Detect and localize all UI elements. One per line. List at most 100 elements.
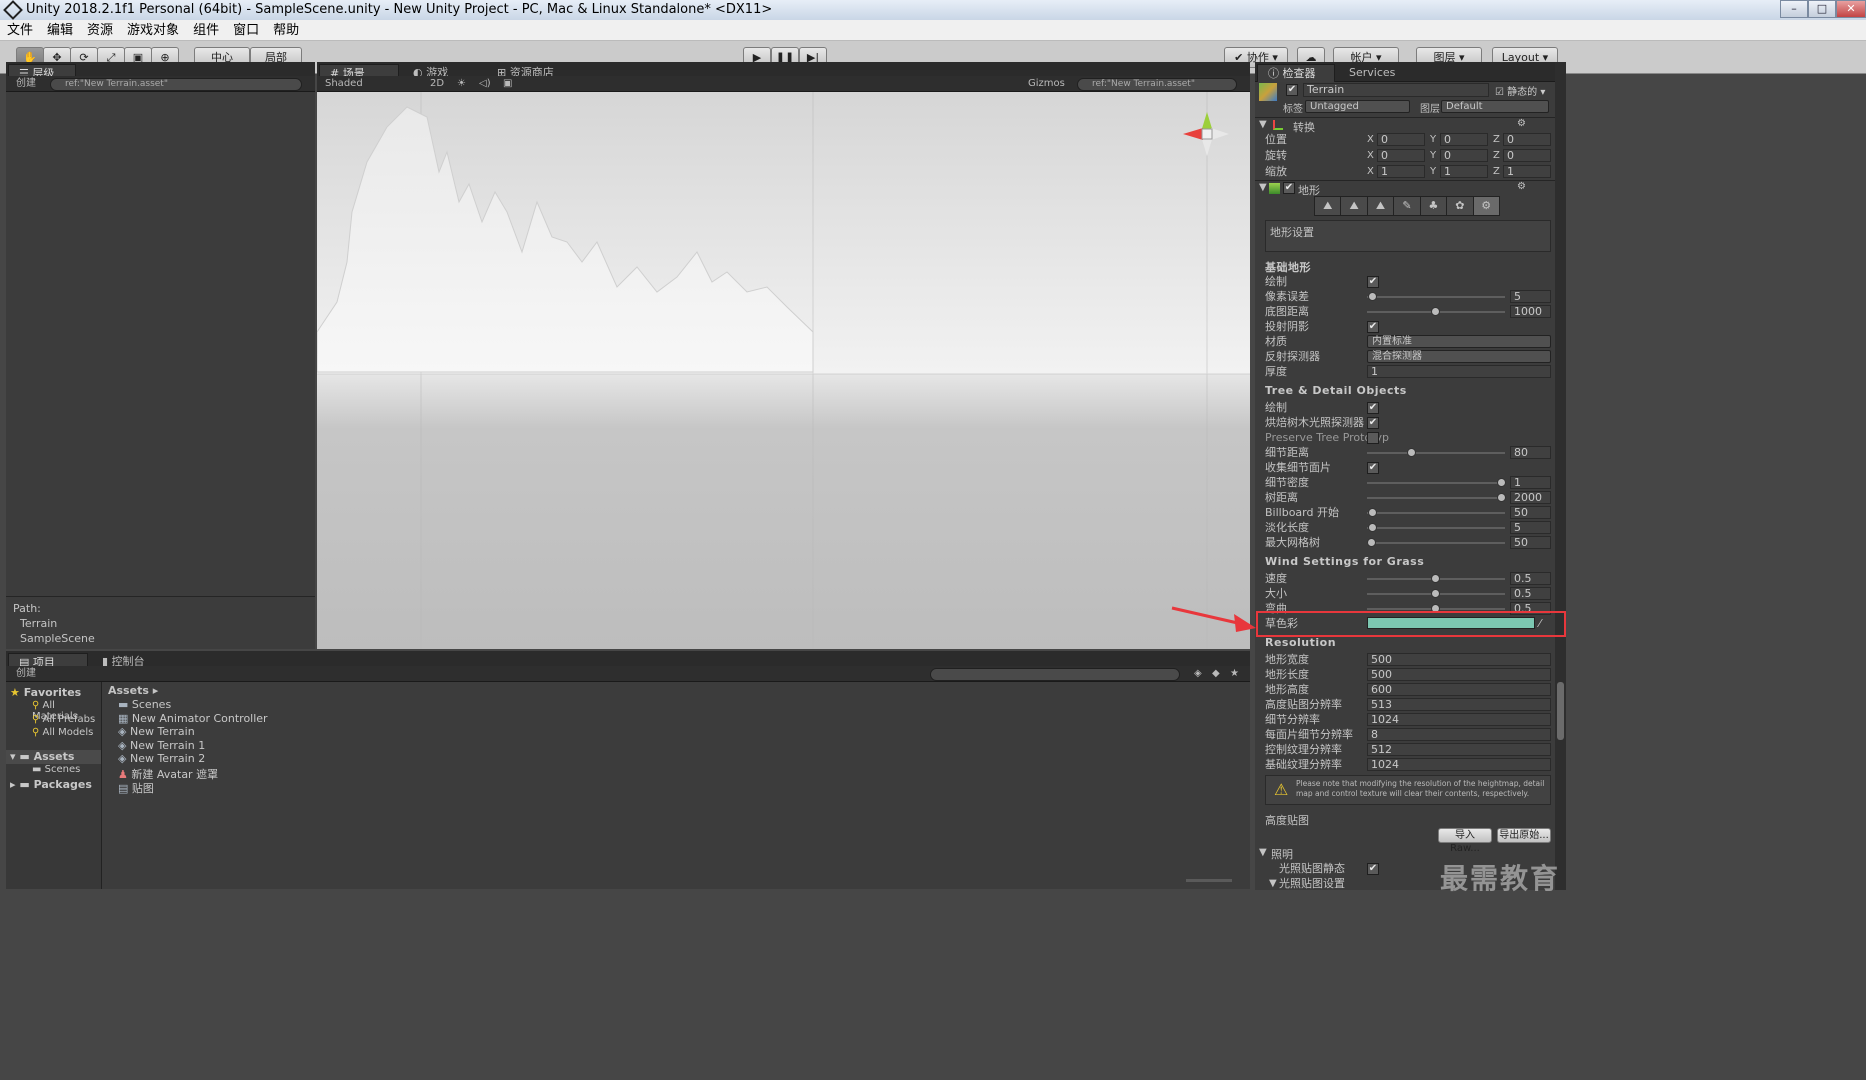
packages-folder[interactable]: ▸ ▬ Packages [10,778,92,791]
transform-gear-icon[interactable]: ⚙ [1517,118,1526,129]
position-x-field[interactable]: 0 [1377,133,1425,146]
tab-services[interactable]: Services [1339,64,1409,82]
tag-dropdown[interactable]: Untagged [1305,100,1410,113]
collect-patches-checkbox[interactable]: ✔ [1367,462,1379,474]
favorite-item[interactable]: ⚲ All Models [32,727,93,738]
fade-slider[interactable] [1368,523,1377,532]
basic-draw-checkbox[interactable]: ✔ [1367,276,1379,288]
detail-density-slider[interactable] [1497,478,1506,487]
res-field[interactable]: 500 [1367,668,1551,681]
favorites-folder[interactable]: ★ Favorites [10,686,81,699]
menu-gameobject[interactable]: 游戏对象 [120,20,186,41]
asset-item[interactable]: ▤ 贴图 [118,780,154,796]
preserve-checkbox[interactable] [1367,432,1379,444]
menu-file[interactable]: 文件 [0,20,40,41]
hierarchy-search-input[interactable]: ref:"New Terrain.asset" [50,78,302,91]
position-z-field[interactable]: 0 [1503,133,1551,146]
scale-x-field[interactable]: 1 [1377,165,1425,178]
asset-item[interactable]: ◈ New Terrain [118,725,195,738]
terrain-gear-icon[interactable]: ⚙ [1517,181,1526,192]
tree-dist-slider[interactable] [1497,493,1506,502]
place-trees-icon[interactable]: ♣ [1421,197,1448,215]
basemap-dist-slider[interactable] [1431,307,1440,316]
project-create-button[interactable]: 创建 [6,668,36,679]
raise-terrain-icon[interactable]: ⛰ [1315,197,1342,215]
scene-viewport[interactable] [317,92,1250,649]
object-active-checkbox[interactable]: ✔ [1286,84,1298,96]
smooth-height-icon[interactable]: ⛰ [1368,197,1395,215]
lighting-toggle-icon[interactable]: ☀ [457,76,466,92]
favorite-item[interactable]: ⚲ All Prefabs [32,714,95,725]
bake-light-checkbox[interactable]: ✔ [1367,417,1379,429]
res-field[interactable]: 512 [1367,743,1551,756]
asset-item[interactable]: ▬ Scenes [118,698,171,711]
mode-2d-toggle[interactable]: 2D [430,76,444,92]
menu-window[interactable]: 窗口 [226,20,266,41]
wind-speed-slider[interactable] [1431,574,1440,583]
assets-folder[interactable]: ▾ ▬ Assets [10,750,74,763]
path-item-object[interactable]: Terrain [20,617,57,630]
menu-assets[interactable]: 资源 [80,20,120,41]
billboard-slider[interactable] [1368,508,1377,517]
cast-shadows-checkbox[interactable]: ✔ [1367,321,1379,333]
export-raw-button[interactable]: 导出原始... [1497,828,1551,843]
effects-toggle-icon[interactable]: ▣ [503,76,512,92]
res-field[interactable]: 600 [1367,683,1551,696]
scale-y-field[interactable]: 1 [1440,165,1488,178]
pixel-error-slider[interactable] [1368,292,1377,301]
tree-draw-checkbox[interactable]: ✔ [1367,402,1379,414]
scene-search-input[interactable]: ref:"New Terrain.asset" [1077,78,1237,91]
lightmap-static-checkbox[interactable]: ✔ [1367,863,1379,875]
object-name-field[interactable]: Terrain [1303,83,1489,97]
wind-size-slider[interactable] [1431,589,1440,598]
tab-inspector[interactable]: ⓘ 检查器 [1257,64,1335,82]
rotation-y-field[interactable]: 0 [1440,149,1488,162]
billboard-field[interactable]: 50 [1510,506,1551,519]
transform-foldout-icon[interactable]: ▼ [1259,119,1267,130]
rotation-x-field[interactable]: 0 [1377,149,1425,162]
rotation-z-field[interactable]: 0 [1503,149,1551,162]
wind-speed-field[interactable]: 0.5 [1510,572,1551,585]
fade-field[interactable]: 5 [1510,521,1551,534]
path-item-scene[interactable]: SampleScene [20,632,95,645]
res-field[interactable]: 1024 [1367,713,1551,726]
hierarchy-create-button[interactable]: 创建 [6,78,36,89]
thickness-field[interactable]: 1 [1367,365,1551,378]
max-mesh-slider[interactable] [1367,538,1376,547]
detail-dist-field[interactable]: 80 [1510,446,1551,459]
position-y-field[interactable]: 0 [1440,133,1488,146]
asset-item[interactable]: ▦ New Animator Controller [118,712,268,725]
assets-breadcrumb[interactable]: Assets ▸ [108,684,158,697]
audio-toggle-icon[interactable]: ◁) [479,76,491,92]
basemap-dist-field[interactable]: 1000 [1510,305,1551,318]
wind-size-field[interactable]: 0.5 [1510,587,1551,600]
pixel-error-field[interactable]: 5 [1510,290,1551,303]
scenes-folder[interactable]: ▬ Scenes [32,764,80,775]
inspector-scroll-thumb[interactable] [1557,682,1564,740]
lighting-foldout-icon[interactable]: ▼ [1259,847,1267,858]
asset-item[interactable]: ◈ New Terrain 2 [118,752,205,765]
close-button[interactable]: ✕ [1836,0,1866,18]
maximize-button[interactable]: □ [1808,0,1836,18]
layer-dropdown[interactable]: Default [1441,100,1549,113]
favorite-star-icon[interactable]: ★ [1230,666,1239,682]
minimize-button[interactable]: – [1780,0,1808,18]
static-toggle[interactable]: ☑ 静态的 ▾ [1495,83,1545,98]
res-field[interactable]: 500 [1367,653,1551,666]
paint-texture-icon[interactable]: ✎ [1394,197,1421,215]
filter-label-icon[interactable]: ◆ [1212,666,1220,682]
res-field[interactable]: 8 [1367,728,1551,741]
menu-component[interactable]: 组件 [186,20,226,41]
menu-help[interactable]: 帮助 [266,20,306,41]
tree-dist-field[interactable]: 2000 [1510,491,1551,504]
inspector-scrollbar[interactable] [1555,62,1566,895]
import-raw-button[interactable]: 导入 Raw... [1438,828,1492,854]
shading-dropdown[interactable]: Shaded [325,76,363,92]
detail-dist-slider[interactable] [1407,448,1416,457]
gizmos-dropdown[interactable]: Gizmos [1028,76,1065,92]
material-dropdown[interactable]: 内置标准 [1367,335,1551,348]
lightmap-settings-foldout-icon[interactable]: ▼ [1269,876,1277,891]
filter-type-icon[interactable]: ◈ [1194,666,1202,682]
res-field[interactable]: 513 [1367,698,1551,711]
lightmap-settings-label[interactable]: 光照贴图设置 [1279,876,1345,891]
